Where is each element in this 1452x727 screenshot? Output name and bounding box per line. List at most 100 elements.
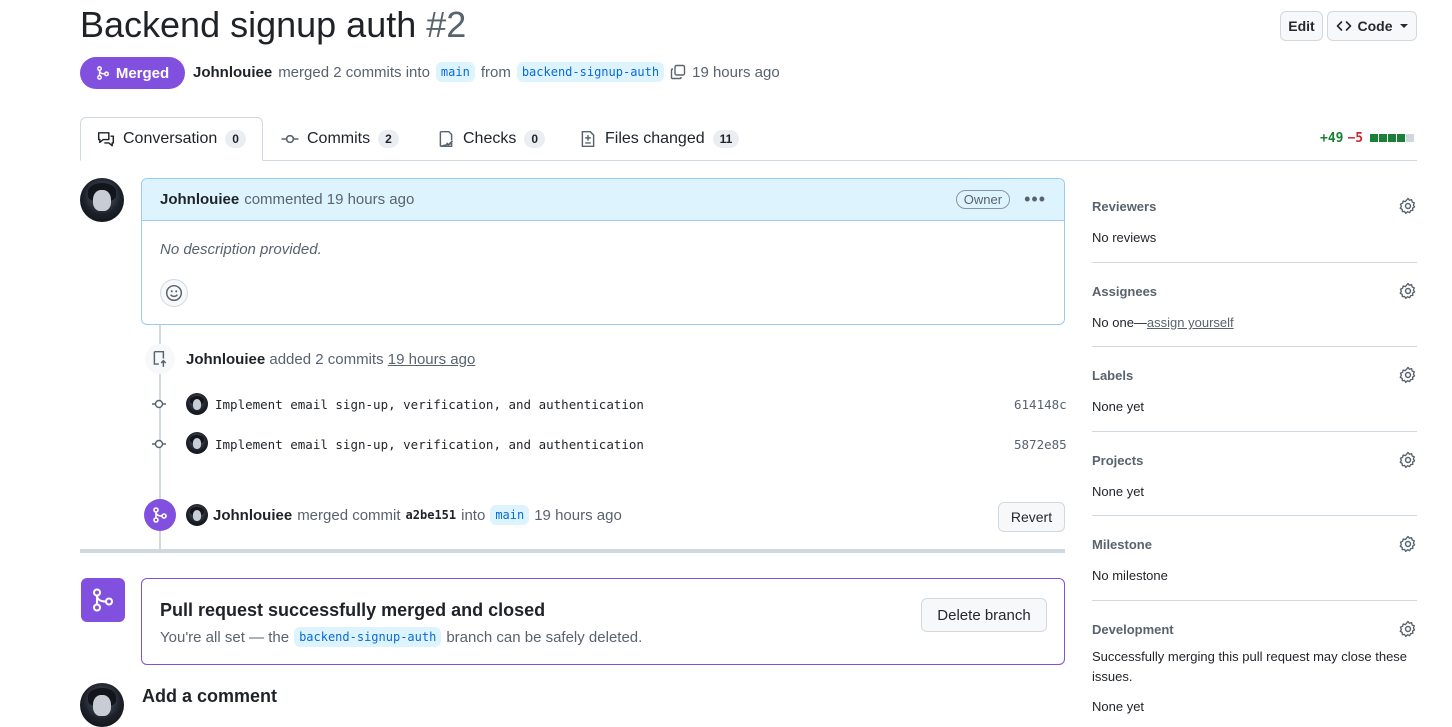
assignees-value: No one—assign yourself — [1092, 313, 1417, 333]
commit-icon — [152, 399, 166, 409]
merge-text: merged commit — [297, 506, 401, 524]
assignees-prefix: No one— — [1092, 315, 1147, 330]
checklist-icon — [439, 130, 454, 148]
conversation-icon — [97, 132, 115, 147]
tab-checks[interactable]: Checks 0 — [421, 117, 561, 161]
merge-status-subtitle: You're all set — the backend-signup-auth… — [160, 627, 642, 647]
milestone-value: No milestone — [1092, 568, 1168, 583]
sidebar-divider — [1092, 262, 1417, 263]
tab-label: Commits — [307, 130, 371, 147]
pr-meta: Johnlouiee merged 2 commits into main fr… — [193, 62, 780, 82]
code-button[interactable]: Code — [1327, 11, 1417, 41]
avatar[interactable] — [80, 178, 124, 222]
delete-branch-button[interactable]: Delete branch — [921, 598, 1047, 632]
diffstat: +49 −5 — [1320, 131, 1415, 146]
comment-body: No description provided. — [160, 241, 322, 258]
assign-yourself-link[interactable]: assign yourself — [1147, 315, 1234, 330]
git-merge-icon — [96, 66, 109, 80]
merge-sha-link[interactable]: a2be151 — [406, 508, 457, 522]
commit-sha-link[interactable]: 614148c — [1014, 397, 1067, 412]
merge-author[interactable]: Johnlouiee — [213, 507, 292, 524]
timeline-divider — [80, 549, 1065, 553]
sidebar-assignees: Assignees No one—assign yourself — [1092, 282, 1417, 333]
sidebar-divider — [1092, 515, 1417, 516]
merge-branch[interactable]: main — [490, 505, 530, 525]
add-reaction-button[interactable] — [160, 279, 188, 307]
push-text: added 2 commits — [269, 351, 384, 368]
status-label: Merged — [115, 64, 170, 82]
sidebar-divider — [1092, 600, 1417, 601]
gear-icon[interactable] — [1399, 197, 1417, 215]
labels-value: None yet — [1092, 399, 1145, 414]
labels-heading[interactable]: Labels — [1092, 368, 1417, 383]
commit-icon — [152, 439, 166, 449]
deletions-count: −5 — [1347, 131, 1364, 146]
development-heading[interactable]: Development — [1092, 622, 1417, 637]
commit-sha-link[interactable]: 5872e85 — [1014, 437, 1067, 452]
base-branch[interactable]: main — [435, 62, 475, 82]
caret-down-icon — [1399, 24, 1408, 28]
comment-author[interactable]: Johnlouiee — [160, 191, 239, 208]
reviewers-heading[interactable]: Reviewers — [1092, 199, 1417, 214]
gear-icon[interactable] — [1399, 451, 1417, 469]
avatar[interactable] — [186, 393, 208, 415]
head-branch[interactable]: backend-signup-auth — [516, 62, 665, 82]
edit-label: Edit — [1288, 18, 1315, 34]
development-value: Successfully merging this pull request m… — [1092, 649, 1408, 684]
gear-icon[interactable] — [1399, 620, 1417, 638]
status-badge: Merged — [80, 57, 185, 89]
pr-title: Backend signup auth #2 — [80, 4, 466, 46]
gear-icon[interactable] — [1399, 282, 1417, 300]
smiley-icon — [165, 284, 183, 302]
push-time-link[interactable]: 19 hours ago — [388, 351, 476, 368]
comment-action: commented 19 hours ago — [244, 191, 415, 208]
tab-count: 2 — [378, 130, 399, 148]
milestone-heading[interactable]: Milestone — [1092, 537, 1417, 552]
reviewers-value: No reviews — [1092, 230, 1157, 245]
merge-time: 19 hours ago — [534, 506, 622, 524]
file-diff-icon — [581, 130, 595, 148]
diffstat-blocks — [1369, 131, 1415, 146]
add-comment-heading: Add a comment — [142, 686, 278, 706]
comment-header: Johnlouiee commented 19 hours ago Owner … — [142, 179, 1064, 221]
projects-heading[interactable]: Projects — [1092, 453, 1417, 468]
sidebar-development: Development Successfully merging this pu… — [1092, 620, 1417, 717]
kebab-menu-icon[interactable]: ••• — [1024, 189, 1046, 210]
commit-message-link[interactable]: Implement email sign-up, verification, a… — [215, 437, 644, 452]
tab-commits[interactable]: Commits 2 — [265, 117, 415, 161]
assignees-heading[interactable]: Assignees — [1092, 284, 1417, 299]
sidebar-divider — [1092, 346, 1417, 347]
tab-label: Files changed — [605, 130, 705, 147]
tab-conversation[interactable]: Conversation 0 — [80, 117, 263, 161]
avatar[interactable] — [186, 504, 208, 526]
gear-icon[interactable] — [1399, 366, 1417, 384]
edit-button[interactable]: Edit — [1280, 11, 1323, 41]
merge-status-title: Pull request successfully merged and clo… — [160, 600, 546, 620]
merged-branch[interactable]: backend-signup-auth — [294, 627, 442, 647]
repo-push-icon — [145, 344, 175, 374]
author-link[interactable]: Johnlouiee — [193, 64, 272, 81]
code-label: Code — [1357, 18, 1393, 34]
git-merge-icon — [81, 578, 125, 622]
from-text: from — [480, 63, 511, 81]
sidebar-reviewers: Reviewers No reviews — [1092, 197, 1417, 248]
code-icon — [1336, 21, 1351, 31]
pr-number: #2 — [426, 4, 467, 45]
projects-value: None yet — [1092, 484, 1145, 499]
gear-icon[interactable] — [1399, 535, 1417, 553]
avatar[interactable] — [186, 432, 208, 454]
tab-count: 0 — [524, 130, 546, 148]
copy-icon[interactable] — [670, 64, 686, 80]
merge-event: Johnlouiee merged commit a2be151 into ma… — [213, 505, 622, 525]
push-event: Johnlouiee added 2 commits 19 hours ago — [186, 351, 475, 368]
revert-button[interactable]: Revert — [998, 502, 1065, 532]
development-linked: None yet — [1092, 699, 1145, 714]
delete-branch-label: Delete branch — [937, 606, 1031, 624]
revert-label: Revert — [1010, 509, 1053, 525]
tab-label: Conversation — [123, 130, 218, 147]
tab-count: 0 — [225, 130, 246, 148]
avatar[interactable] — [80, 683, 124, 727]
push-author[interactable]: Johnlouiee — [186, 351, 265, 368]
commit-message-link[interactable]: Implement email sign-up, verification, a… — [215, 397, 644, 412]
tab-files-changed[interactable]: Files changed 11 — [563, 117, 755, 161]
